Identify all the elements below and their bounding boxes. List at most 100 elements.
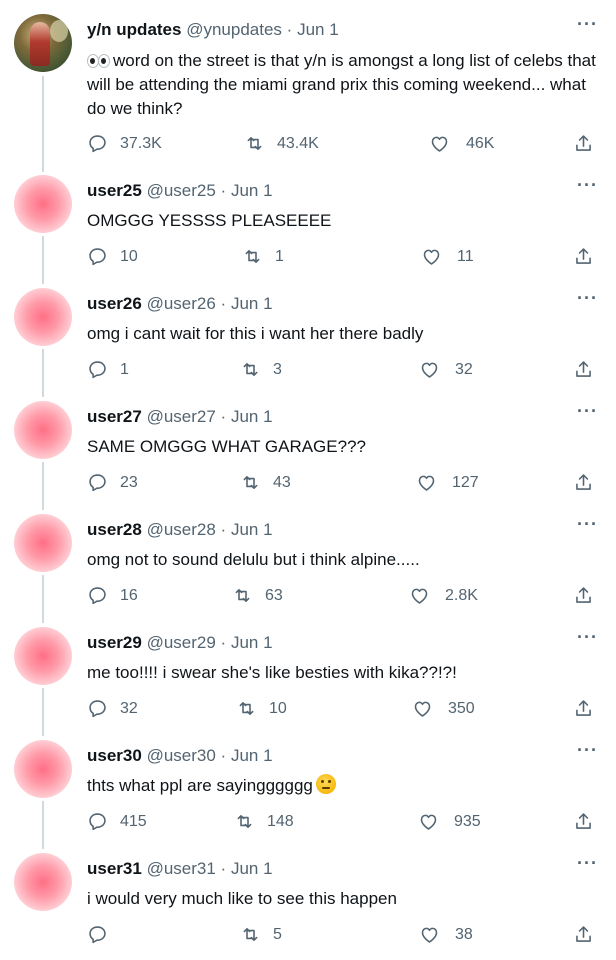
like-count: 46K xyxy=(466,134,495,152)
share-button[interactable] xyxy=(573,359,594,385)
reply-button[interactable]: 37.3K xyxy=(87,133,162,154)
reply-count: 37.3K xyxy=(120,134,162,152)
reply-tweet[interactable]: user26 @user26 · Jun 1 ··· omg i cant wa… xyxy=(0,288,616,398)
more-icon[interactable]: ··· xyxy=(577,740,598,761)
like-button[interactable]: 11 xyxy=(421,246,474,267)
reply-icon xyxy=(89,361,106,379)
reply-tweet[interactable]: user27 @user27 · Jun 1 ··· SAME OMGGG WH… xyxy=(0,401,616,511)
reply-button[interactable] xyxy=(87,924,120,945)
retweet-button[interactable]: 43 xyxy=(240,472,291,493)
like-button[interactable]: 46K xyxy=(429,133,494,154)
like-button[interactable]: 32 xyxy=(419,359,473,380)
like-button[interactable]: 38 xyxy=(419,924,473,945)
share-button[interactable] xyxy=(573,585,594,611)
handle[interactable]: @user27 xyxy=(147,407,216,426)
separator: · xyxy=(220,520,227,539)
display-name[interactable]: user28 xyxy=(87,520,142,539)
more-icon[interactable]: ··· xyxy=(577,175,598,196)
reply-button[interactable]: 16 xyxy=(87,585,138,606)
retweet-button[interactable]: 1 xyxy=(242,246,284,267)
separator: · xyxy=(220,294,227,313)
timestamp[interactable]: Jun 1 xyxy=(231,633,273,652)
reply-tweet[interactable]: user25 @user25 · Jun 1 ··· OMGGG YESSSS … xyxy=(0,175,616,285)
timestamp[interactable]: Jun 1 xyxy=(231,746,273,765)
retweet-count: 43 xyxy=(273,473,291,491)
avatar[interactable] xyxy=(14,401,72,459)
timestamp[interactable]: Jun 1 xyxy=(297,20,339,39)
share-icon xyxy=(576,474,591,490)
separator: · xyxy=(220,746,227,765)
timestamp[interactable]: Jun 1 xyxy=(231,407,273,426)
like-button[interactable]: 2.8K xyxy=(409,585,478,606)
reply-button[interactable]: 415 xyxy=(87,811,147,832)
reply-tweet[interactable]: user28 @user28 · Jun 1 ··· omg not to so… xyxy=(0,514,616,624)
display-name[interactable]: user26 xyxy=(87,294,142,313)
avatar[interactable] xyxy=(14,514,72,572)
eyes-emoji xyxy=(87,53,110,68)
retweet-button[interactable]: 43.4K xyxy=(244,133,319,154)
display-name[interactable]: user27 xyxy=(87,407,142,426)
avatar[interactable] xyxy=(14,853,72,911)
display-name[interactable]: user31 xyxy=(87,859,142,878)
handle[interactable]: @ynupdates xyxy=(186,20,282,39)
like-button[interactable]: 935 xyxy=(418,811,481,832)
more-icon[interactable]: ··· xyxy=(577,627,598,648)
heart-icon xyxy=(414,701,431,717)
handle[interactable]: @user26 xyxy=(147,294,216,313)
share-button[interactable] xyxy=(573,698,594,724)
more-icon[interactable]: ··· xyxy=(577,288,598,309)
main-tweet[interactable]: y/n updates @ynupdates · Jun 1 ··· word … xyxy=(0,14,616,164)
share-button[interactable] xyxy=(573,924,594,950)
tweet-actions: 32 10 350 xyxy=(0,698,616,722)
tweet-body: word on the street is that y/n is amongs… xyxy=(87,49,602,121)
retweet-button[interactable]: 10 xyxy=(236,698,287,719)
display-name[interactable]: user29 xyxy=(87,633,142,652)
retweet-button[interactable]: 5 xyxy=(240,924,282,945)
timestamp[interactable]: Jun 1 xyxy=(231,294,273,313)
retweet-button[interactable]: 3 xyxy=(240,359,282,380)
more-icon[interactable]: ··· xyxy=(577,401,598,422)
avatar[interactable] xyxy=(14,627,72,685)
display-name[interactable]: user30 xyxy=(87,746,142,765)
share-button[interactable] xyxy=(573,811,594,837)
reply-button[interactable]: 32 xyxy=(87,698,138,719)
avatar[interactable] xyxy=(14,288,72,346)
like-count: 935 xyxy=(454,812,481,830)
handle[interactable]: @user29 xyxy=(147,633,216,652)
retweet-count: 148 xyxy=(267,812,294,830)
more-icon[interactable]: ··· xyxy=(577,14,598,35)
reply-button[interactable]: 10 xyxy=(87,246,138,267)
avatar[interactable] xyxy=(14,175,72,233)
reply-count: 1 xyxy=(120,360,129,378)
like-button[interactable]: 350 xyxy=(412,698,475,719)
retweet-button[interactable]: 148 xyxy=(234,811,294,832)
share-button[interactable] xyxy=(573,246,594,272)
thinking-emoji xyxy=(315,774,336,794)
timestamp[interactable]: Jun 1 xyxy=(231,859,273,878)
share-button[interactable] xyxy=(573,133,594,159)
reply-button[interactable]: 1 xyxy=(87,359,129,380)
display-name[interactable]: user25 xyxy=(87,181,142,200)
reply-tweet[interactable]: user31 @user31 · Jun 1 ··· i would very … xyxy=(0,853,616,960)
handle[interactable]: @user28 xyxy=(147,520,216,539)
avatar[interactable] xyxy=(14,740,72,798)
avatar[interactable] xyxy=(14,14,72,72)
reply-button[interactable]: 23 xyxy=(87,472,138,493)
more-icon[interactable]: ··· xyxy=(577,514,598,535)
reply-tweet[interactable]: user30 @user30 · Jun 1 ··· thts what ppl… xyxy=(0,740,616,850)
timestamp[interactable]: Jun 1 xyxy=(231,520,273,539)
handle[interactable]: @user30 xyxy=(147,746,216,765)
retweet-button[interactable]: 63 xyxy=(232,585,283,606)
separator: · xyxy=(220,859,227,878)
more-icon[interactable]: ··· xyxy=(577,853,598,874)
timestamp[interactable]: Jun 1 xyxy=(231,181,273,200)
share-button[interactable] xyxy=(573,472,594,498)
tweet-actions: 16 63 2.8K xyxy=(0,585,616,609)
display-name[interactable]: y/n updates xyxy=(87,20,181,39)
like-button[interactable]: 127 xyxy=(416,472,479,493)
reply-tweet[interactable]: user29 @user29 · Jun 1 ··· me too!!!! i … xyxy=(0,627,616,737)
handle[interactable]: @user25 xyxy=(147,181,216,200)
handle[interactable]: @user31 xyxy=(147,859,216,878)
retweet-count: 10 xyxy=(269,699,287,717)
separator: · xyxy=(220,181,227,200)
